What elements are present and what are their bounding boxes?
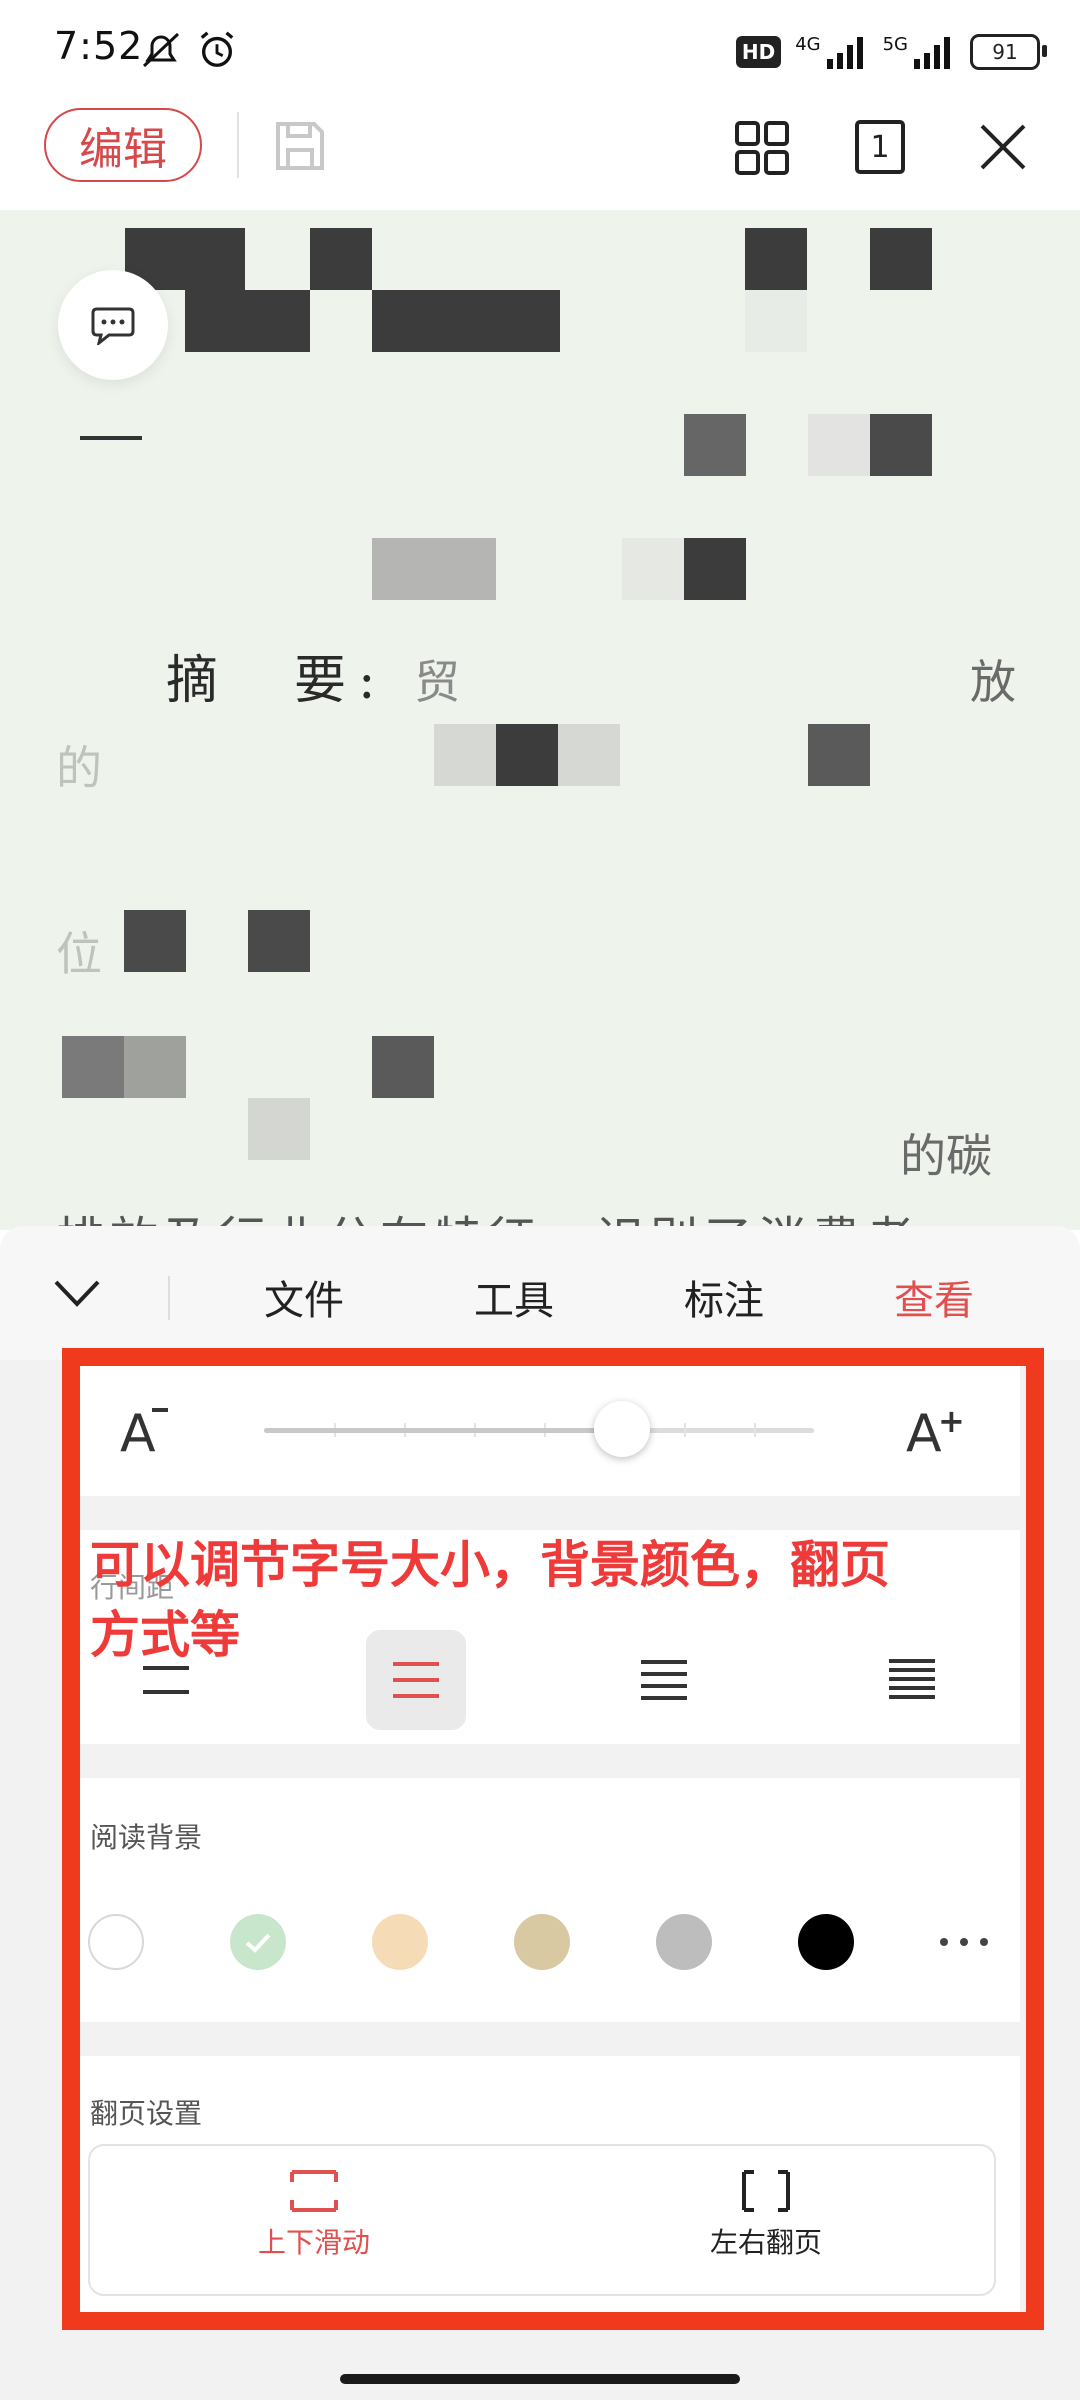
home-indicator[interactable] xyxy=(340,2374,740,2384)
doc-text-fragment: 贸 xyxy=(414,655,460,709)
alarm-icon xyxy=(200,31,234,67)
annotation-line-2: 方式等 xyxy=(90,1606,240,1664)
network-4g: 4G xyxy=(795,33,821,55)
tab-annotate[interactable]: 标注 xyxy=(684,1268,764,1326)
annotation-line-1: 可以调节字号大小，背景颜色，翻页 xyxy=(90,1536,890,1594)
tab-tools[interactable]: 工具 xyxy=(474,1268,554,1326)
grid-view-icon[interactable] xyxy=(734,120,790,176)
battery-level: 91 xyxy=(992,40,1018,64)
comment-button[interactable] xyxy=(58,270,168,380)
page-count-button[interactable]: 1 xyxy=(855,120,905,174)
mute-bell-icon xyxy=(142,32,180,68)
signal-icon xyxy=(826,37,863,69)
doc-text-fragment: 的碳 xyxy=(900,1129,992,1183)
doc-text-fragment: 位 xyxy=(56,927,102,981)
close-icon[interactable] xyxy=(978,122,1028,172)
annotation-frame xyxy=(62,1348,1044,2330)
tab-view[interactable]: 查看 xyxy=(894,1268,974,1326)
doc-text-fragment: 放 xyxy=(970,655,1016,709)
tab-divider xyxy=(168,1276,170,1320)
battery-indicator: 91 xyxy=(970,34,1047,70)
chevron-down-icon[interactable] xyxy=(52,1276,102,1310)
comment-icon xyxy=(91,307,135,345)
annotation-text: 可以调节字号大小，背景颜色，翻页 方式等 xyxy=(90,1530,1010,1670)
status-time: 7:52 xyxy=(54,24,144,68)
page-count: 1 xyxy=(870,129,890,165)
save-icon[interactable] xyxy=(272,118,328,174)
network-5g: 5G xyxy=(882,33,908,55)
edit-button[interactable]: 编辑 xyxy=(44,108,202,182)
doc-text-fragment: 的 xyxy=(56,741,102,795)
abstract-label: 摘 要: xyxy=(166,651,388,711)
hd-badge: HD xyxy=(735,36,782,68)
document-view[interactable]: 摘 要: 贸 放 的 位 的碳 排放及行业分布特征，识别了消费者 xyxy=(0,210,1080,1230)
toolbar-divider xyxy=(237,112,239,178)
signal-icon-2 xyxy=(914,37,950,69)
status-icons: HD 4G 5G 91 xyxy=(735,30,1047,74)
tab-file[interactable]: 文件 xyxy=(264,1268,344,1326)
